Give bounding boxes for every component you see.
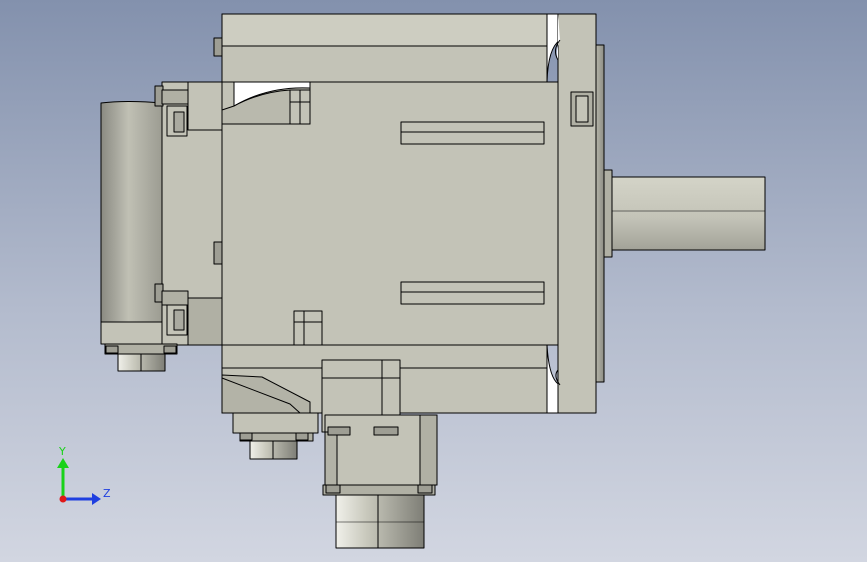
y-axis-arrow: [57, 458, 69, 468]
front-flange: [554, 13, 605, 414]
encoder-connector: [104, 343, 178, 372]
z-axis-label: Z: [103, 487, 111, 500]
cad-viewport[interactable]: Y Z: [0, 0, 867, 562]
z-axis-arrow: [92, 493, 101, 505]
housing-slot-upper: [400, 121, 545, 145]
output-shaft: [603, 169, 766, 258]
top-boss: [221, 81, 311, 125]
x-axis-dot: [59, 495, 67, 503]
encoder-cap: [100, 101, 163, 345]
brake-connector: [239, 432, 314, 460]
housing-slot-lower: [400, 281, 545, 305]
coordinate-triad: Y Z: [57, 445, 111, 505]
y-axis-label: Y: [58, 445, 66, 458]
servo-motor-drawing: Y Z: [57, 13, 766, 549]
top-cooling-tube: [221, 13, 561, 83]
power-connector-box: [322, 414, 438, 549]
lower-boss: [293, 310, 323, 346]
